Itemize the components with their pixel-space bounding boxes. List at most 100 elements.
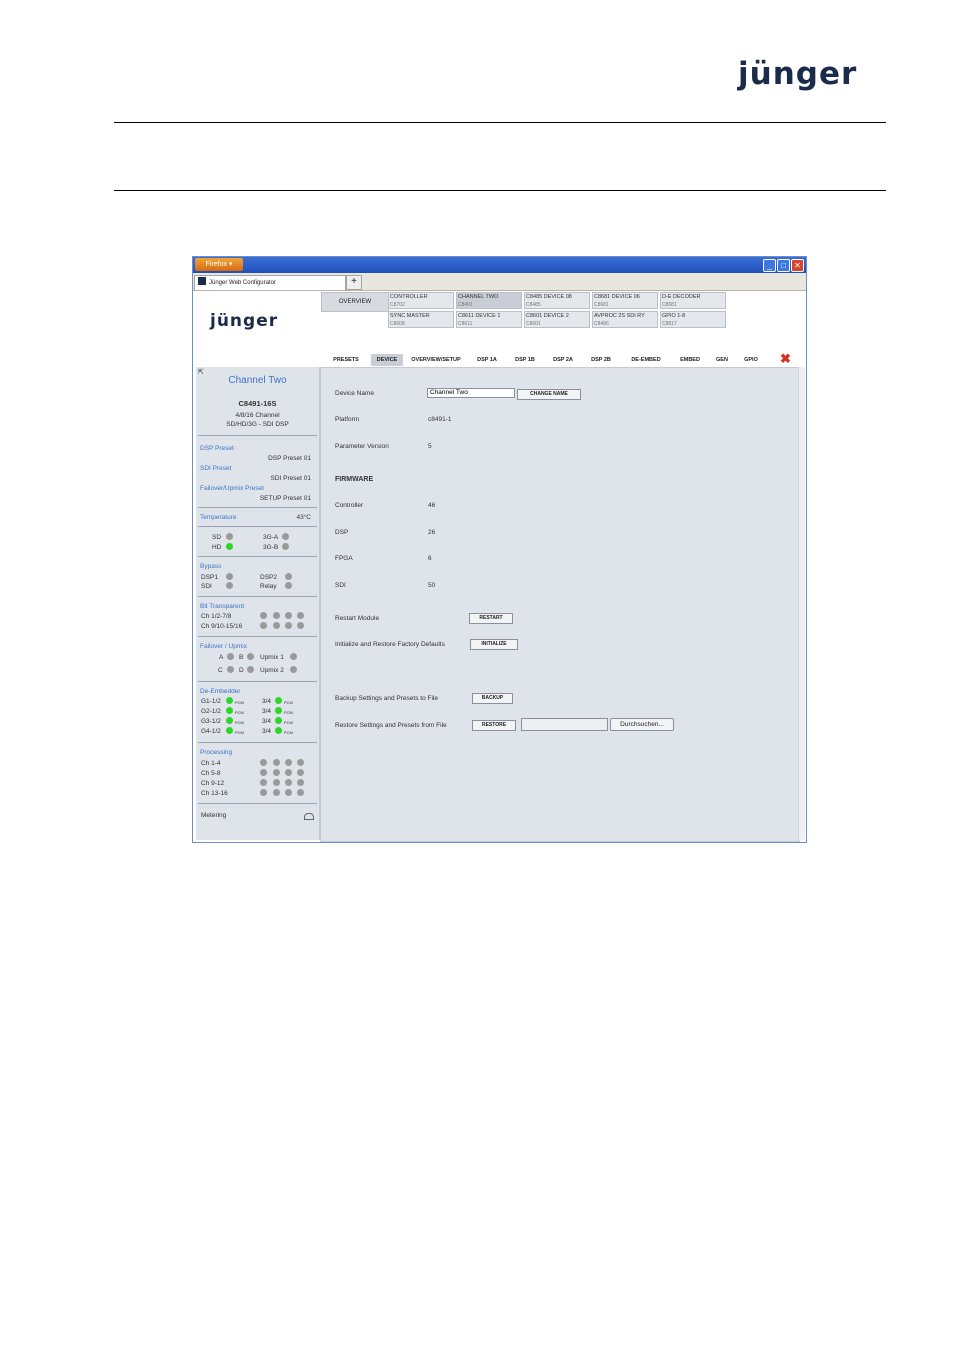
pcm-label: PCM: [235, 720, 244, 725]
junger-logo: jünger: [738, 56, 858, 92]
close-panel-icon[interactable]: ✖: [780, 352, 791, 365]
pcm-label: PCM: [284, 730, 293, 735]
device-cell-selected[interactable]: CHANNEL TWO C8491: [456, 292, 522, 309]
vertical-scrollbar[interactable]: [798, 367, 805, 840]
tab-embed[interactable]: EMBED: [673, 354, 707, 366]
deembed-pair-label: 3/4: [262, 718, 272, 725]
processing-indicator: [297, 759, 304, 766]
upmix-1-indicator: [290, 653, 297, 660]
3g-b-label: 3G-B: [263, 544, 279, 551]
bit-indicator: [273, 622, 280, 629]
processing-indicator: [273, 759, 280, 766]
maximize-icon[interactable]: □: [777, 259, 790, 272]
temperature-value: 43°C: [296, 514, 311, 521]
failover-d-indicator: [247, 666, 254, 673]
device-desc-2: SD/HD/3G - SDI DSP: [226, 421, 289, 428]
dsp1-indicator: [226, 573, 233, 580]
device-panel: Device Name CHANGE NAME Platform c8491-1…: [320, 367, 800, 842]
dsp-preset-label: DSP Preset: [200, 445, 234, 452]
temperature-label: Temperature: [200, 514, 237, 521]
minimize-icon[interactable]: _: [763, 259, 776, 272]
sdi-fw-label: SDI: [335, 582, 346, 589]
processing-label: Processing: [200, 749, 233, 756]
deembed-indicator: [226, 727, 233, 734]
device-cell[interactable]: D-E DECODER C8681: [660, 292, 726, 309]
parameter-version-value: 5: [428, 443, 432, 450]
tab-dsp-1a[interactable]: DSP 1A: [469, 354, 505, 366]
tab-overview-setup[interactable]: OVERVIEW/SETUP: [405, 354, 467, 366]
failover-preset-value: SETUP Preset 01: [259, 495, 311, 502]
processing-indicator: [297, 769, 304, 776]
sdi-bypass-label: SDI: [201, 583, 212, 590]
pcm-label: PCM: [284, 700, 293, 705]
processing-row-label: Ch 13-16: [201, 790, 228, 797]
tab-dsp-2b[interactable]: DSP 2B: [583, 354, 619, 366]
tab-dsp-2a[interactable]: DSP 2A: [545, 354, 581, 366]
processing-indicator: [285, 789, 292, 796]
pcm-label: PCM: [284, 710, 293, 715]
device-cell[interactable]: C8681 DEVICE 06 C8681: [592, 292, 658, 309]
device-name-input[interactable]: [427, 388, 515, 398]
tab-gpio[interactable]: GPIO: [737, 354, 765, 366]
device-cell[interactable]: SYNC MASTER C8608: [388, 311, 454, 328]
pcm-label: PCM: [235, 700, 244, 705]
processing-indicator: [260, 769, 267, 776]
bit-indicator: [285, 622, 292, 629]
tab-dsp-1b[interactable]: DSP 1B: [507, 354, 543, 366]
deembed-pair-label: 3/4: [262, 698, 272, 705]
deembed-row-label: G1-1/2: [201, 698, 221, 705]
platform-value: c8491-1: [428, 416, 452, 423]
meter-icon[interactable]: [304, 813, 314, 820]
device-cell[interactable]: AVPROC 2S SDI RY C8486: [592, 311, 658, 328]
failover-a-label: A: [219, 654, 224, 661]
pcm-label: PCM: [235, 710, 244, 715]
dsp1-label: DSP1: [201, 574, 218, 581]
processing-indicator: [285, 759, 292, 766]
sdi-fw-value: 50: [428, 582, 436, 589]
firefox-menu-button[interactable]: Firefox ▾: [195, 258, 243, 271]
device-cell[interactable]: C8485 DEVICE 08 C8485: [524, 292, 590, 309]
device-cell[interactable]: GPIO 1-8 C8817: [660, 311, 726, 328]
tab-de-embed[interactable]: DE-EMBED: [621, 354, 671, 366]
initialize-button[interactable]: INITIALIZE: [470, 639, 518, 650]
dsp2-indicator: [285, 573, 292, 580]
tab-gen[interactable]: GEN: [709, 354, 735, 366]
restore-file-input[interactable]: [521, 718, 608, 731]
deembed-indicator: [275, 717, 282, 724]
pcm-label: PCM: [284, 720, 293, 725]
processing-row-label: Ch 1-4: [201, 760, 221, 767]
device-cell[interactable]: C8611 DEVICE 1 C8611: [456, 311, 522, 328]
pcm-label: PCM: [235, 730, 244, 735]
sdi-preset-label: SDI Preset: [200, 465, 232, 472]
tab-presets[interactable]: PRESETS: [323, 354, 369, 366]
restore-button[interactable]: RESTORE: [472, 720, 516, 731]
divider: [198, 803, 317, 804]
change-name-button[interactable]: CHANGE NAME: [517, 389, 581, 400]
restore-label: Restore Settings and Presets from File: [335, 722, 447, 729]
sd-label: SD: [212, 534, 222, 541]
new-tab-button[interactable]: +: [346, 275, 362, 290]
deembed-row-label: G4-1/2: [201, 728, 221, 735]
bit-transparent-label: Bit Transparent: [200, 603, 245, 610]
bit-indicator: [273, 612, 280, 619]
device-cell[interactable]: C8601 DEVICE 2 C8601: [524, 311, 590, 328]
controller-label: Controller: [335, 502, 364, 509]
metering-label[interactable]: Metering: [201, 812, 226, 819]
close-window-icon[interactable]: ✕: [791, 259, 804, 272]
processing-indicator: [273, 789, 280, 796]
header-rule-top: [114, 122, 886, 123]
browser-tab[interactable]: Jünger Web Configurator: [194, 275, 346, 290]
overview-button[interactable]: OVERVIEW: [321, 292, 389, 312]
restart-button[interactable]: RESTART: [469, 613, 513, 624]
deembed-row-label: G2-1/2: [201, 708, 221, 715]
device-cell[interactable]: CONTROLLER C8702: [388, 292, 454, 309]
tab-device[interactable]: DEVICE: [371, 354, 403, 366]
device-desc-1: 4/8/16 Channel: [235, 412, 280, 419]
platform-label: Platform: [335, 416, 360, 423]
backup-button[interactable]: BACKUP: [472, 693, 513, 704]
browse-button[interactable]: Durchsuchen...: [610, 718, 674, 731]
title-bar: Firefox ▾ _ □ ✕: [193, 257, 806, 273]
bit-row-1-label: Ch 1/2-7/8: [201, 613, 232, 620]
upmix-1-label: Upmix 1: [260, 654, 284, 661]
initialize-label: Initialize and Restore Factory Defaults: [335, 641, 445, 648]
